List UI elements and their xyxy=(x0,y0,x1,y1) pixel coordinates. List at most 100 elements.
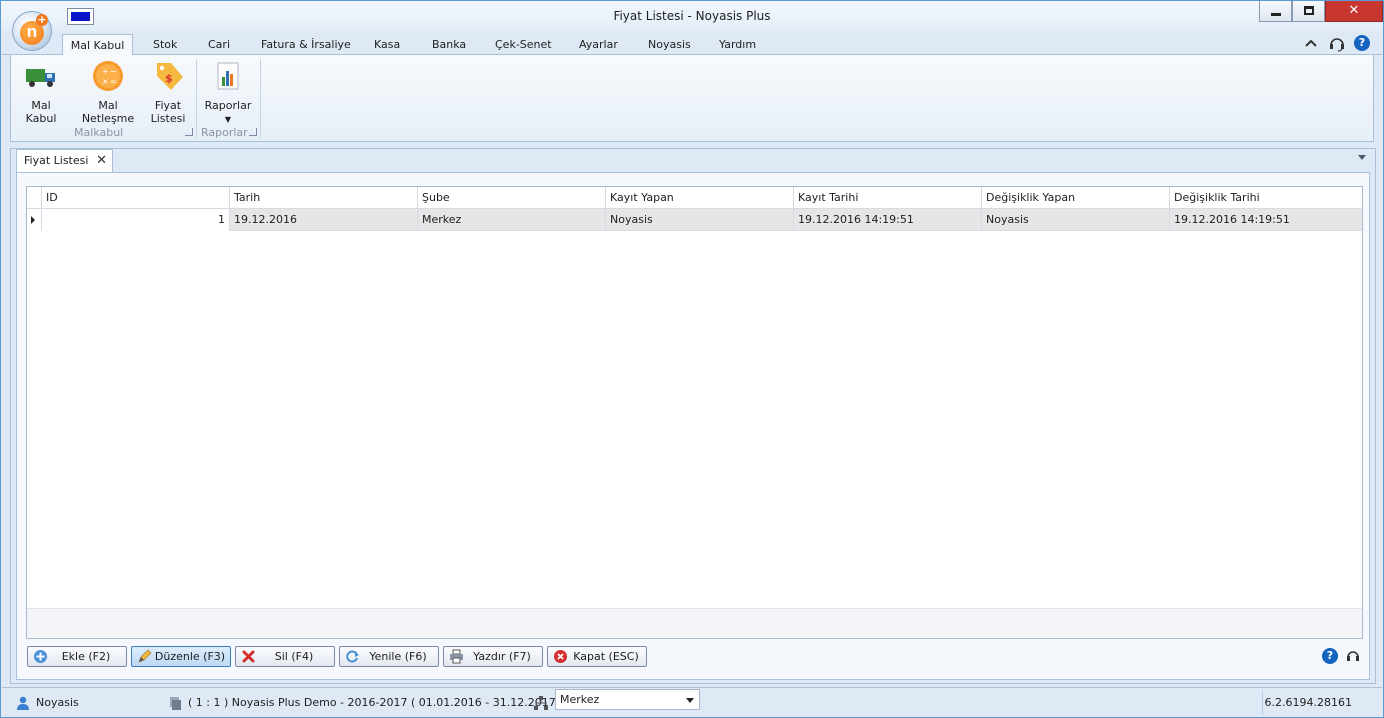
raporlar-button[interactable]: Raporlar ▼ xyxy=(203,59,253,126)
column-header-degisiklik-yapan[interactable]: Değişiklik Yapan xyxy=(982,187,1170,209)
close-button[interactable]: Kapat (ESC) xyxy=(547,646,647,667)
tab-yardim[interactable]: Yardım xyxy=(715,34,760,55)
refresh-icon xyxy=(345,649,360,664)
window-controls: ✕ xyxy=(1259,1,1383,23)
cell-degisiklik-tarihi[interactable]: 19.12.2016 14:19:51 xyxy=(1170,209,1362,231)
status-separator xyxy=(1262,691,1263,715)
edit-button[interactable]: Düzenle (F3) xyxy=(131,646,231,667)
raporlar-group-launcher-icon[interactable] xyxy=(249,128,257,136)
column-header-kayit-yapan[interactable]: Kayıt Yapan xyxy=(606,187,794,209)
cell-kayit-tarihi[interactable]: 19.12.2016 14:19:51 xyxy=(794,209,982,231)
database-icon xyxy=(168,696,182,717)
ribbon-right-icons: ? xyxy=(1302,35,1372,53)
app-menu-orb-icon[interactable]: n + xyxy=(12,11,52,51)
fiyat-listesi-button[interactable]: $ Fiyat Listesi xyxy=(148,59,188,125)
document-area: Fiyat Listesi ✕ ID Tarih Şube Kayıt Yapa… xyxy=(10,148,1376,684)
group-separator xyxy=(196,59,197,139)
support-headset-icon[interactable] xyxy=(1328,35,1346,53)
price-tag-icon: $ xyxy=(151,59,185,93)
maximize-button[interactable] xyxy=(1292,1,1325,22)
column-header-tarih[interactable]: Tarih xyxy=(230,187,418,209)
close-circle-icon xyxy=(553,649,568,664)
tab-stok[interactable]: Stok xyxy=(149,34,181,55)
column-header-sube[interactable]: Şube xyxy=(418,187,606,209)
tab-kasa[interactable]: Kasa xyxy=(370,34,404,55)
svg-text:+: + xyxy=(102,67,109,76)
row-indicator-header xyxy=(27,187,42,209)
price-list-grid[interactable]: ID Tarih Şube Kayıt Yapan Kayıt Tarihi D… xyxy=(26,186,1363,639)
add-button[interactable]: Ekle (F2) xyxy=(27,646,127,667)
group-label-malkabul: Malkabul xyxy=(74,126,124,139)
close-tab-icon[interactable]: ✕ xyxy=(96,150,107,172)
user-icon xyxy=(16,696,30,710)
delete-button-label: Sil (F4) xyxy=(274,650,314,663)
minimize-button[interactable] xyxy=(1259,1,1292,22)
add-button-label: Ekle (F2) xyxy=(61,650,111,663)
doc-tab-fiyat-listesi[interactable]: Fiyat Listesi ✕ xyxy=(16,149,113,172)
cell-sube[interactable]: Merkez xyxy=(418,209,606,231)
svg-text:−: − xyxy=(110,67,117,76)
ribbon-tabs: Mal Kabul Stok Cari Fatura & İrsaliye Ka… xyxy=(2,32,1382,56)
svg-text:=: = xyxy=(110,77,117,86)
column-header-kayit-tarihi[interactable]: Kayıt Tarihi xyxy=(794,187,982,209)
collapse-ribbon-icon[interactable] xyxy=(1302,35,1320,53)
tab-fatura-irsaliye[interactable]: Fatura & İrsaliye xyxy=(257,34,355,55)
cell-kayit-yapan[interactable]: Noyasis xyxy=(606,209,794,231)
help-icon[interactable]: ? xyxy=(1354,35,1372,53)
close-button-label: Kapat (ESC) xyxy=(573,650,639,663)
tab-cari[interactable]: Cari xyxy=(204,34,234,55)
branch-select[interactable]: Merkez xyxy=(555,689,700,710)
tab-ayarlar[interactable]: Ayarlar xyxy=(575,34,622,55)
status-user-name: Noyasis xyxy=(36,696,79,709)
tab-noyasis[interactable]: Noyasis xyxy=(644,34,695,55)
edit-button-label: Düzenle (F3) xyxy=(154,650,226,663)
print-button[interactable]: Yazdır (F7) xyxy=(443,646,543,667)
column-header-degisiklik-tarihi[interactable]: Değişiklik Tarihi xyxy=(1170,187,1362,209)
print-button-label: Yazdır (F7) xyxy=(473,650,531,663)
svg-text:×: × xyxy=(102,77,109,86)
doc-tab-label: Fiyat Listesi xyxy=(24,154,89,167)
window-title: Fiyat Listesi - Noyasis Plus xyxy=(613,9,771,23)
branch-icon xyxy=(533,695,549,711)
edit-icon xyxy=(137,649,152,664)
group-separator xyxy=(260,59,261,139)
refresh-button[interactable]: Yenile (F6) xyxy=(339,646,439,667)
help-icon[interactable]: ? xyxy=(1322,648,1338,667)
tab-cek-senet[interactable]: Çek-Senet xyxy=(491,34,556,55)
app-window: Fiyat Listesi - Noyasis Plus ✕ n + Mal Ka… xyxy=(0,0,1384,718)
truck-icon xyxy=(24,59,58,93)
status-database-text: ( 1 : 1 ) Noyasis Plus Demo - 2016-2017 … xyxy=(188,696,564,709)
mal-netlesme-button[interactable]: + − × = Mal Netleşme xyxy=(74,59,142,125)
tab-mal-kabul[interactable]: Mal Kabul xyxy=(62,34,133,56)
malkabul-group-launcher-icon[interactable] xyxy=(185,128,193,136)
refresh-button-label: Yenile (F6) xyxy=(369,650,427,663)
delete-button[interactable]: Sil (F4) xyxy=(235,646,335,667)
close-window-button[interactable]: ✕ xyxy=(1325,1,1383,22)
document-body: ID Tarih Şube Kayıt Yapan Kayıt Tarihi D… xyxy=(16,172,1370,680)
cell-id[interactable]: 1 xyxy=(42,209,230,231)
calculator-icon: + − × = xyxy=(91,59,125,93)
title-bar: Fiyat Listesi - Noyasis Plus ✕ xyxy=(1,1,1383,31)
grid-footer xyxy=(27,608,1362,638)
grid-header: ID Tarih Şube Kayıt Yapan Kayıt Tarihi D… xyxy=(27,187,1362,209)
report-chart-icon xyxy=(211,59,245,93)
table-row[interactable]: 1 19.12.2016 Merkez Noyasis 19.12.2016 1… xyxy=(27,209,1362,231)
support-headset-icon[interactable] xyxy=(1345,648,1361,667)
raporlar-dropdown-icon: ▼ xyxy=(224,115,232,124)
mal-kabul-label: Mal Kabul xyxy=(25,99,57,125)
tab-banka[interactable]: Banka xyxy=(428,34,470,55)
ribbon-panel: Mal Kabul + − × = Mal Netleşme $ Fiyat List… xyxy=(10,55,1374,142)
branch-select-value: Merkez xyxy=(560,693,600,706)
quick-access-toolbar-icon[interactable] xyxy=(67,8,94,25)
chevron-down-icon xyxy=(686,698,694,703)
cell-tarih[interactable]: 19.12.2016 xyxy=(230,209,418,231)
group-label-raporlar: Raporlar xyxy=(201,126,248,139)
fiyat-listesi-label-line2: Listesi xyxy=(150,112,186,125)
row-indicator xyxy=(27,209,42,231)
status-version: 6.2.6194.28161 xyxy=(1264,696,1352,709)
doc-tabs-dropdown-icon[interactable] xyxy=(1358,155,1366,160)
status-user: Noyasis xyxy=(16,693,79,713)
cell-degisiklik-yapan[interactable]: Noyasis xyxy=(982,209,1170,231)
column-header-id[interactable]: ID xyxy=(42,187,230,209)
mal-kabul-button[interactable]: Mal Kabul xyxy=(16,59,66,125)
